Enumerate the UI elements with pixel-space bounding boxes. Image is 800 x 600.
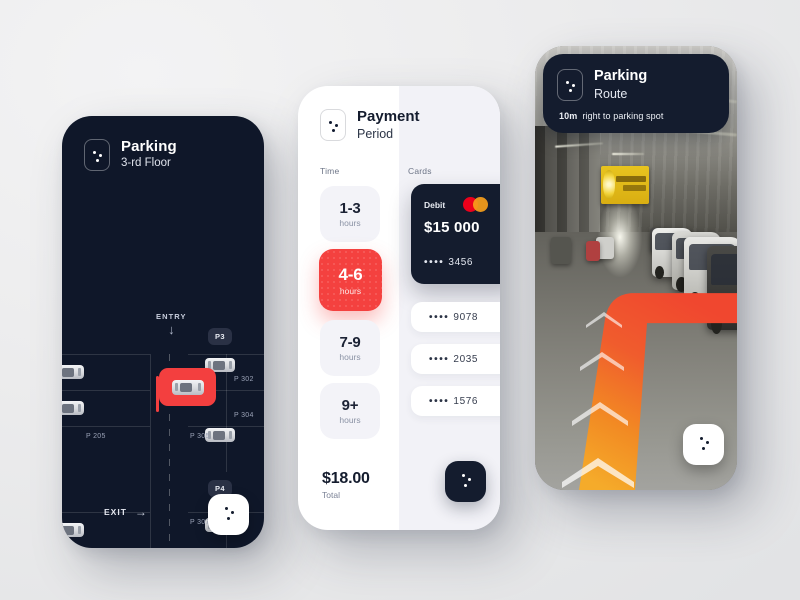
route-fab-button[interactable]	[683, 424, 724, 465]
slot-label: P 305	[190, 433, 210, 440]
card-mask: ••••	[424, 257, 445, 268]
route-header-card: Parking Route 10m right to parking spot	[543, 54, 729, 133]
entry-arrow-icon: ↓	[168, 322, 175, 337]
time-column-label: Time	[320, 166, 340, 176]
exit-label: EXIT	[104, 507, 127, 517]
cards-column-label: Cards	[408, 166, 432, 176]
card-mask: ••••	[429, 395, 450, 407]
card-balance: $15 000	[424, 219, 480, 236]
time-option-range: 7-9	[339, 334, 361, 351]
brand-logo-icon	[557, 68, 583, 101]
payment-header: Payment Period	[320, 108, 420, 143]
slot-route-marker	[156, 376, 159, 412]
slot-label: P 307	[190, 519, 210, 526]
car-icon	[62, 401, 84, 415]
primary-credit-card[interactable]: Debit $15 000 •••• 3456	[411, 184, 500, 284]
car-icon	[62, 523, 84, 537]
time-option-range: 9+	[341, 397, 359, 414]
route-chevron-icon	[562, 458, 634, 488]
page-title: Parking	[121, 138, 177, 155]
route-distance: 10m	[559, 110, 578, 121]
page-subtitle: Period	[357, 127, 394, 142]
card-option-2035[interactable]: •••• 2035	[411, 344, 500, 374]
exit-sign	[600, 165, 650, 204]
brand-logo-icon	[320, 109, 346, 142]
card-number: •••• 3456	[424, 257, 473, 268]
parking-fab-button[interactable]	[208, 494, 249, 535]
time-option-range: 4-6	[338, 264, 363, 284]
card-last4: 1576	[453, 395, 479, 407]
car-icon	[62, 365, 84, 379]
page-title: Parking	[594, 68, 648, 84]
time-option-unit: hours	[339, 415, 361, 425]
page-subtitle: Route	[594, 86, 628, 101]
route-instruction-row: 10m right to parking spot	[557, 111, 715, 121]
car-icon-selected	[172, 380, 204, 395]
time-option-unit: hours	[339, 285, 362, 296]
entry-label: ENTRY	[156, 312, 187, 321]
slot-label: P 205	[86, 433, 106, 440]
card-last4: 3456	[448, 257, 474, 268]
total-label: Total	[322, 490, 340, 500]
total-amount: $18.00	[322, 470, 370, 487]
card-option-9078[interactable]: •••• 9078	[411, 302, 500, 332]
slot-label: P 302	[234, 376, 254, 383]
zone-chip-p3[interactable]: P3	[208, 328, 232, 345]
brand-logo-icon	[84, 138, 110, 171]
exit-arrow-icon: →	[134, 505, 147, 519]
page-subtitle: 3-rd Floor	[121, 157, 171, 170]
time-option-9-plus[interactable]: 9+ hours	[320, 383, 380, 439]
time-option-1-3[interactable]: 1-3 hours	[320, 186, 380, 242]
page-title: Payment	[357, 108, 420, 125]
route-chevron-icon	[572, 402, 628, 426]
time-option-unit: hours	[339, 352, 361, 362]
slot-label: P 304	[234, 412, 254, 419]
total-block: $18.00 Total	[322, 470, 370, 500]
time-option-range: 1-3	[339, 200, 361, 217]
time-option-7-9[interactable]: 7-9 hours	[320, 320, 380, 376]
card-option-1576[interactable]: •••• 1576	[411, 386, 500, 416]
route-chevron-icon	[586, 312, 622, 328]
card-mask: ••••	[429, 311, 450, 323]
card-type-label: Debit	[424, 199, 446, 210]
card-last4: 2035	[453, 353, 479, 365]
exit-marker: EXIT →	[104, 506, 147, 518]
time-option-unit: hours	[339, 218, 361, 228]
phone-parking-map: Parking 3-rd Floor ENTRY ↓ P3 P4 P 205 P…	[62, 116, 264, 548]
mastercard-icon	[463, 197, 489, 212]
card-mask: ••••	[429, 353, 450, 365]
payment-confirm-fab-button[interactable]	[445, 461, 486, 502]
entry-marker: ENTRY ↓	[156, 312, 187, 337]
card-last4: 9078	[453, 311, 479, 323]
time-option-4-6[interactable]: 4-6 hours	[319, 249, 382, 311]
route-instruction: right to parking spot	[582, 110, 664, 121]
parking-header: Parking 3-rd Floor	[62, 116, 264, 171]
route-chevron-icon	[580, 352, 624, 371]
